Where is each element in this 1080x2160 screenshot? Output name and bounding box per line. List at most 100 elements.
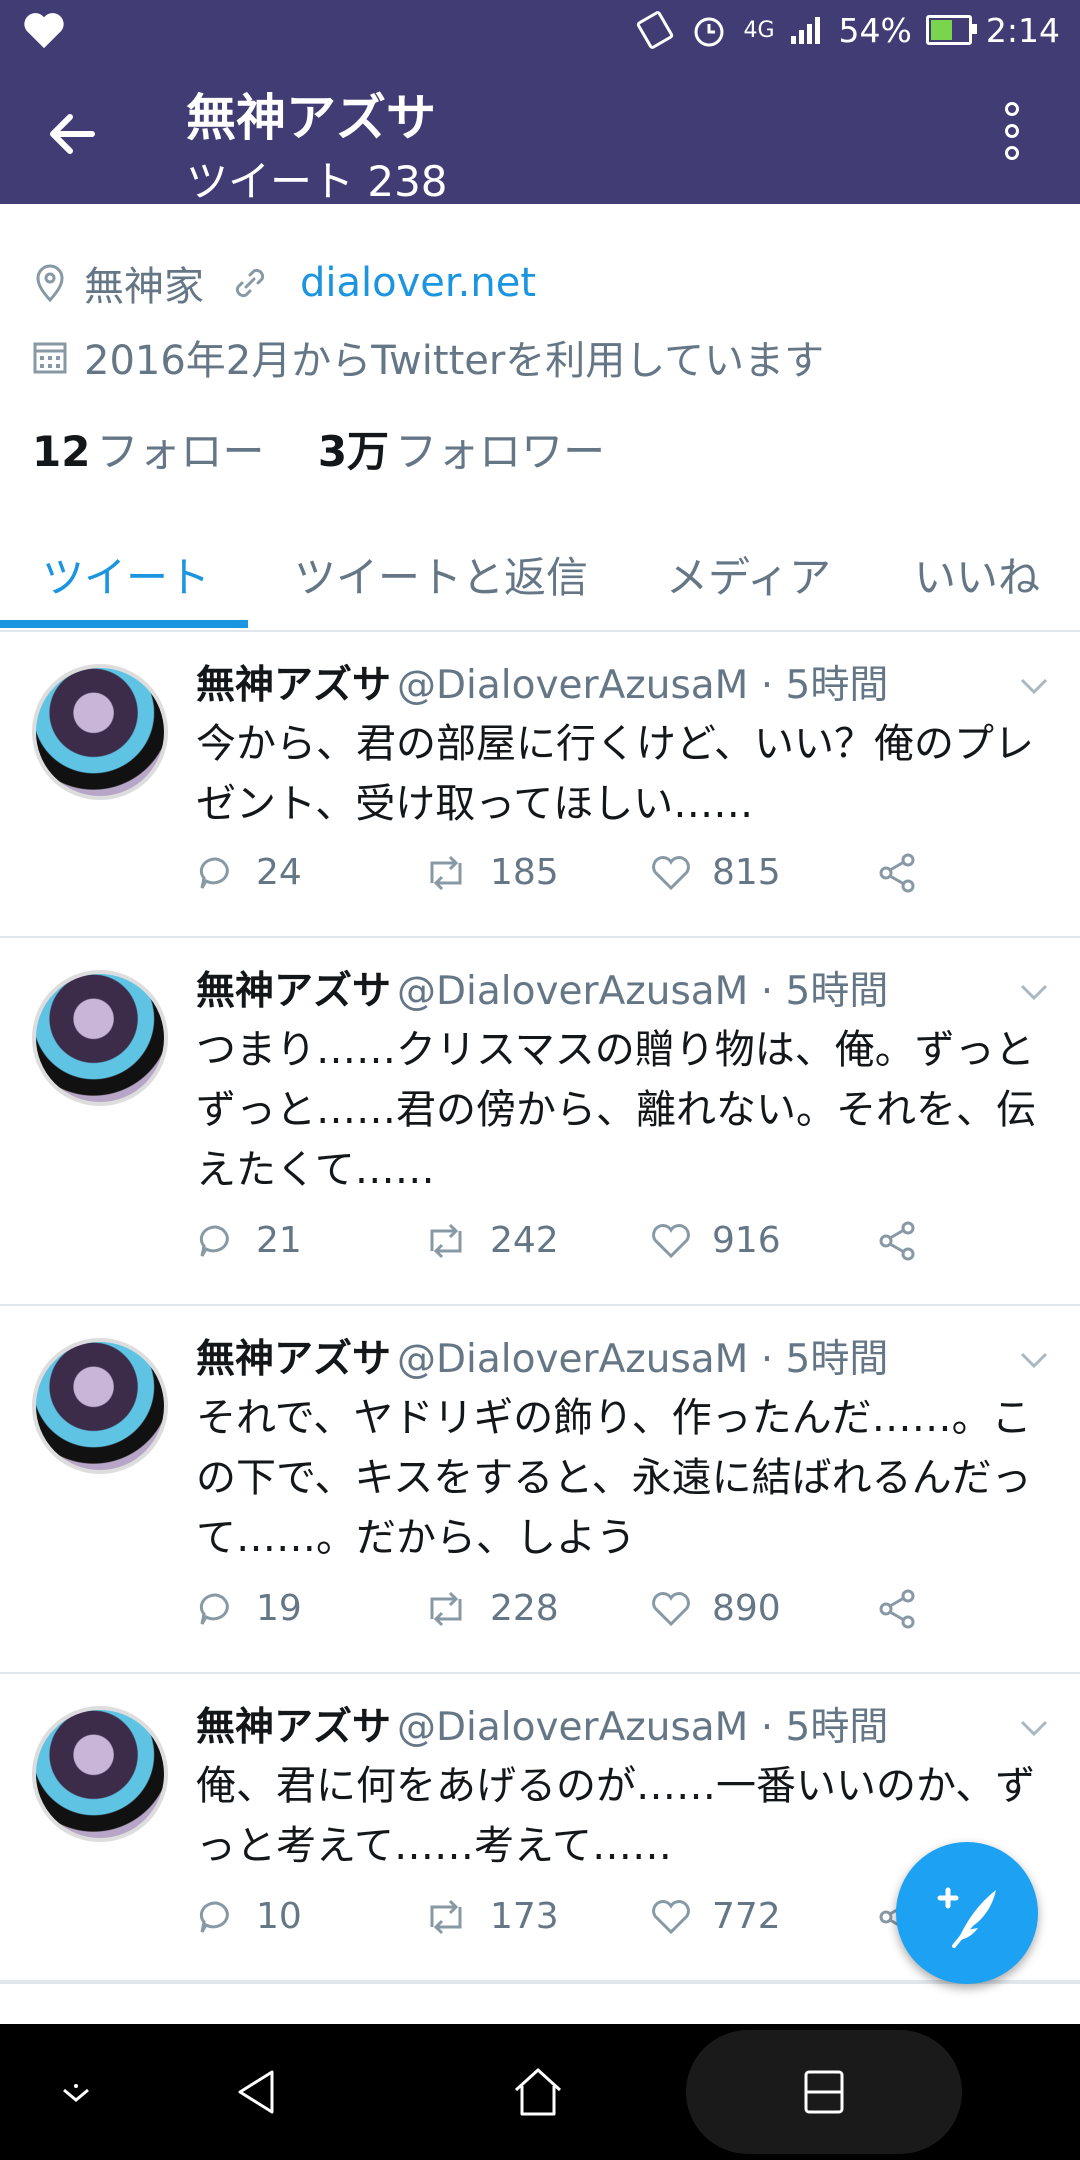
reply-button[interactable]: 10 bbox=[196, 1896, 302, 1937]
tweet-actions: 19 228 890 bbox=[196, 1588, 956, 1648]
tweet-header: 無神アズサ @DialoverAzusaM · 5時間 bbox=[196, 960, 888, 1016]
like-count: 916 bbox=[712, 1220, 781, 1261]
tweet-text: それで、ヤドリギの飾り、作ったんだ……。この下で、キスをすると、永遠に結ばれるん… bbox=[196, 1395, 1032, 1561]
reply-button[interactable]: 19 bbox=[196, 1588, 302, 1629]
chevron-down-icon[interactable] bbox=[1016, 674, 1052, 698]
tweet-actions: 21 242 916 bbox=[196, 1220, 956, 1280]
tweet-item[interactable]: 無神アズサ @DialoverAzusaM · 5時間 それで、ヤドリギの飾り、作… bbox=[0, 1306, 1080, 1674]
chevron-down-icon[interactable] bbox=[1016, 980, 1052, 1004]
profile-tabs: ツイート ツイートと返信 メディア いいね bbox=[0, 510, 1080, 632]
share-button[interactable] bbox=[876, 852, 938, 894]
retweet-button[interactable]: 185 bbox=[422, 852, 559, 893]
tweet-handle-time: @DialoverAzusaM · 5時間 bbox=[397, 663, 889, 708]
location-pin-icon bbox=[36, 264, 64, 303]
like-button[interactable]: 916 bbox=[650, 1220, 781, 1261]
reply-icon bbox=[199, 1224, 229, 1257]
reply-icon bbox=[199, 1900, 229, 1933]
chevron-down-icon[interactable] bbox=[1016, 1716, 1052, 1740]
reply-icon bbox=[199, 1592, 229, 1625]
tweet-header: 無神アズサ @DialoverAzusaM · 5時間 bbox=[196, 1328, 888, 1384]
tweet-actions: 10 173 772 bbox=[196, 1896, 956, 1956]
link-icon bbox=[235, 268, 265, 298]
heart-icon bbox=[652, 855, 690, 890]
retweet-button[interactable]: 173 bbox=[422, 1896, 559, 1937]
tweet-author-name: 無神アズサ bbox=[196, 1705, 392, 1750]
profile-link[interactable]: dialover.net bbox=[300, 260, 536, 306]
tab-tweets-and-replies[interactable]: ツイートと返信 bbox=[294, 544, 588, 605]
like-count: 772 bbox=[712, 1896, 781, 1937]
retweet-button[interactable]: 242 bbox=[422, 1220, 559, 1261]
overflow-menu-icon[interactable] bbox=[994, 100, 1030, 172]
retweet-count: 185 bbox=[490, 852, 559, 893]
retweet-count: 242 bbox=[490, 1220, 559, 1261]
tweet-item[interactable]: 無神アズサ @DialoverAzusaM · 5時間 つまり……クリスマスの贈り… bbox=[0, 938, 1080, 1306]
alarm-icon bbox=[694, 17, 724, 47]
tab-likes[interactable]: いいね bbox=[914, 544, 1040, 605]
nav-collapse-icon[interactable] bbox=[56, 2064, 96, 2120]
avatar[interactable] bbox=[32, 1706, 168, 1842]
follow-stats: 12 フォロー 3万 フォロワー bbox=[32, 418, 605, 479]
retweet-icon bbox=[430, 1591, 462, 1626]
like-button[interactable]: 890 bbox=[650, 1588, 781, 1629]
following-count: 12 bbox=[32, 427, 91, 476]
profile-location: 無神家 bbox=[84, 264, 204, 310]
home-icon[interactable] bbox=[510, 2064, 566, 2120]
share-button[interactable] bbox=[876, 1588, 938, 1630]
joined-date: 2016年2月からTwitterを利用しています bbox=[84, 338, 825, 384]
page-title: 無神アズサ bbox=[186, 89, 436, 147]
recent-apps-icon[interactable] bbox=[800, 2064, 848, 2120]
tab-media[interactable]: メディア bbox=[666, 544, 831, 605]
tweet-item[interactable]: 無神アズサ @DialoverAzusaM · 5時間 今から、君の部屋に行くけど… bbox=[0, 632, 1080, 938]
retweet-button[interactable]: 228 bbox=[422, 1588, 559, 1629]
signal-icon bbox=[790, 17, 820, 44]
tweet-header: 無神アズサ @DialoverAzusaM · 5時間 bbox=[196, 654, 888, 710]
followers-label: フォロワー bbox=[395, 427, 606, 476]
tweet-handle-time: @DialoverAzusaM · 5時間 bbox=[397, 969, 889, 1014]
retweet-icon bbox=[430, 1899, 462, 1934]
like-button[interactable]: 772 bbox=[650, 1896, 781, 1937]
tweet-text: つまり……クリスマスの贈り物は、俺。ずっとずっと……君の傍から、離れない。それを… bbox=[196, 1027, 1036, 1193]
back-arrow-icon[interactable] bbox=[42, 104, 102, 164]
avatar[interactable] bbox=[32, 664, 168, 800]
tweet-author-name: 無神アズサ bbox=[196, 663, 392, 708]
heart-icon bbox=[652, 1899, 690, 1934]
reply-count: 21 bbox=[256, 1220, 302, 1261]
following-link[interactable]: 12 フォロー bbox=[32, 427, 264, 476]
heart-icon bbox=[652, 1591, 690, 1626]
retweet-icon bbox=[430, 1223, 462, 1258]
compose-feather-icon bbox=[937, 1887, 996, 1948]
like-button[interactable]: 815 bbox=[650, 852, 781, 893]
tweet-author-name: 無神アズサ bbox=[196, 1337, 392, 1382]
profile-meta-row: 無神家 dialover.net bbox=[32, 254, 536, 312]
reply-icon bbox=[199, 856, 229, 889]
reply-button[interactable]: 21 bbox=[196, 1220, 302, 1261]
tweet-header: 無神アズサ @DialoverAzusaM · 5時間 bbox=[196, 1696, 888, 1752]
app-header: 4G 54% 2:14 無神アズサ ツイート 238 bbox=[0, 0, 1080, 206]
tweet-handle-time: @DialoverAzusaM · 5時間 bbox=[397, 1705, 889, 1750]
compose-tweet-button[interactable] bbox=[896, 1842, 1038, 1984]
reply-count: 24 bbox=[256, 852, 302, 893]
followers-link[interactable]: 3万 フォロワー bbox=[318, 427, 605, 476]
tweet-count: ツイート 238 bbox=[186, 157, 448, 206]
avatar[interactable] bbox=[32, 970, 168, 1106]
calendar-icon bbox=[33, 342, 67, 374]
battery-percent: 54% bbox=[838, 10, 912, 50]
chevron-down-icon[interactable] bbox=[1016, 1348, 1052, 1372]
retweet-icon bbox=[430, 855, 462, 890]
battery-icon bbox=[925, 15, 977, 45]
share-button[interactable] bbox=[876, 1220, 938, 1262]
share-icon bbox=[879, 1589, 915, 1629]
status-bar: 4G 54% 2:14 bbox=[0, 0, 1080, 60]
like-count: 815 bbox=[712, 852, 781, 893]
tweet-actions: 24 185 815 bbox=[196, 852, 956, 912]
retweet-count: 228 bbox=[490, 1588, 559, 1629]
reply-button[interactable]: 24 bbox=[196, 852, 302, 893]
screen-rotate-icon bbox=[637, 11, 674, 49]
tab-tweets[interactable]: ツイート bbox=[42, 544, 210, 605]
joined-row: 2016年2月からTwitterを利用しています bbox=[32, 328, 824, 386]
avatar[interactable] bbox=[32, 1338, 168, 1474]
followers-count: 3万 bbox=[317, 427, 390, 476]
reply-count: 19 bbox=[256, 1588, 302, 1629]
retweet-count: 173 bbox=[490, 1896, 559, 1937]
back-triangle-icon[interactable] bbox=[232, 2064, 280, 2120]
